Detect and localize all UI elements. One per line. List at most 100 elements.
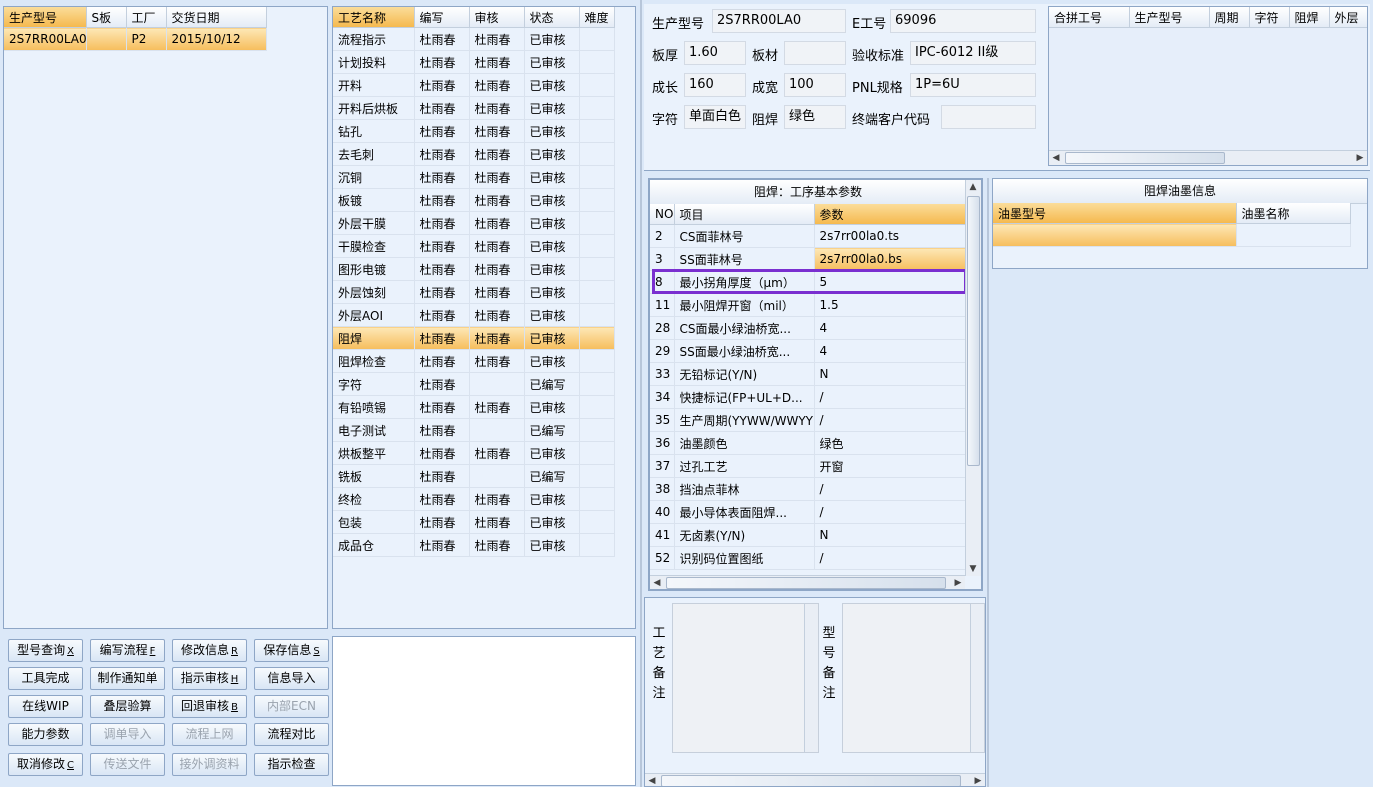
- process-table-row[interactable]: 计划投料 杜雨春 杜雨春 已审核: [333, 50, 615, 74]
- params-hscroll[interactable]: ◀ ▶: [650, 575, 965, 589]
- process-table-column-header[interactable]: 编写: [414, 7, 470, 28]
- length-value[interactable]: 160: [684, 73, 746, 97]
- button-row3-0[interactable]: 在线WIP: [8, 695, 83, 718]
- process-table-row[interactable]: 开料后烘板 杜雨春 杜雨春 已审核: [333, 96, 615, 120]
- thickness-value[interactable]: 1.60: [684, 41, 746, 65]
- standard-value[interactable]: IPC-6012 II级: [910, 41, 1036, 65]
- button-row4-0[interactable]: 能力参数: [8, 723, 83, 746]
- material-value[interactable]: [784, 41, 846, 65]
- e-number-value[interactable]: 69096: [890, 9, 1036, 33]
- scroll-down-icon[interactable]: ▼: [966, 562, 980, 576]
- params-table-row[interactable]: 29 SS面最小绿油桥宽... 4: [650, 339, 967, 363]
- combine-table-column-header[interactable]: 阻焊: [1289, 7, 1330, 28]
- process-table-row[interactable]: 钻孔 杜雨春 杜雨春 已审核: [333, 119, 615, 143]
- params-table-column-header[interactable]: 项目: [674, 204, 815, 225]
- params-table-row[interactable]: 37 过孔工艺 开窗: [650, 454, 967, 478]
- combine-table-column-header[interactable]: 生产型号: [1129, 7, 1210, 28]
- combine-table-column-header[interactable]: 周期: [1209, 7, 1250, 28]
- process-table-row[interactable]: 开料 杜雨春 杜雨春 已审核: [333, 73, 615, 97]
- button-row2-2[interactable]: 指示审核 H: [172, 667, 247, 690]
- process-note-vscroll[interactable]: [804, 604, 818, 752]
- process-table-column-header[interactable]: 审核: [469, 7, 525, 28]
- params-table-row[interactable]: 38 挡油点菲林 /: [650, 477, 967, 501]
- button-row2-0[interactable]: 工具完成: [8, 667, 83, 690]
- process-table-row[interactable]: 去毛刺 杜雨春 杜雨春 已审核: [333, 142, 615, 166]
- model-note-vscroll[interactable]: [970, 604, 984, 752]
- params-table-column-header[interactable]: 参数: [814, 204, 967, 225]
- process-table-row[interactable]: 外层干膜 杜雨春 杜雨春 已审核: [333, 211, 615, 235]
- button-row4-1[interactable]: 调单导入: [90, 723, 165, 746]
- params-table-column-header[interactable]: NO: [650, 204, 675, 225]
- params-table-row[interactable]: 33 无铅标记(Y/N) N: [650, 362, 967, 386]
- button-row1-1[interactable]: 编写流程 F: [90, 639, 165, 662]
- params-vscroll[interactable]: ▲ ▼: [965, 180, 981, 576]
- button-row3-3[interactable]: 内部ECN: [254, 695, 329, 718]
- process-table-row[interactable]: 铣板 杜雨春 已编写: [333, 464, 615, 488]
- model-table-column-header[interactable]: 工厂: [126, 7, 167, 28]
- right-splitter[interactable]: [987, 178, 989, 787]
- notes-hscroll[interactable]: ◀ ▶: [645, 773, 985, 786]
- process-table-row[interactable]: 阻焊检查 杜雨春 杜雨春 已审核: [333, 349, 615, 373]
- char-value[interactable]: 单面白色: [684, 105, 746, 129]
- process-note-field[interactable]: [672, 603, 819, 753]
- process-table-row[interactable]: 有铅喷锡 杜雨春 杜雨春 已审核: [333, 395, 615, 419]
- params-table-row[interactable]: 28 CS面最小绿油桥宽... 4: [650, 316, 967, 340]
- scroll-up-icon[interactable]: ▲: [966, 180, 980, 194]
- button-row2-1[interactable]: 制作通知单: [90, 667, 165, 690]
- button-row4-3[interactable]: 流程对比: [254, 723, 329, 746]
- process-table-column-header[interactable]: 状态: [524, 7, 580, 28]
- params-table-row[interactable]: 3 SS面菲林号 2s7rr00la0.bs: [650, 247, 967, 271]
- splitter[interactable]: [640, 0, 642, 787]
- scroll-right-icon[interactable]: ▶: [951, 576, 965, 589]
- scroll-right-icon[interactable]: ▶: [971, 774, 985, 786]
- params-table-row[interactable]: 11 最小阻焊开窗（mil） 1.5: [650, 293, 967, 317]
- button-row1-2[interactable]: 修改信息 R: [172, 639, 247, 662]
- combine-table-column-header[interactable]: 合拼工号: [1049, 7, 1130, 28]
- params-table-row[interactable]: 34 快捷标记(FP+UL+D... /: [650, 385, 967, 409]
- button-row3-1[interactable]: 叠层验算: [90, 695, 165, 718]
- button-row2-3[interactable]: 信息导入: [254, 667, 329, 690]
- ink-table-column-header[interactable]: 油墨型号: [993, 203, 1237, 224]
- combine-hscroll[interactable]: ◀ ▶: [1049, 150, 1367, 165]
- button-row1-0[interactable]: 型号查询 X: [8, 639, 83, 662]
- scroll-left-icon[interactable]: ◀: [650, 576, 664, 589]
- ink-table-column-header[interactable]: 油墨名称: [1236, 203, 1351, 224]
- notes-hscroll-thumb[interactable]: [661, 775, 961, 786]
- model-table-column-header[interactable]: 交货日期: [166, 7, 267, 28]
- params-table-row[interactable]: 36 油墨颜色 绿色: [650, 431, 967, 455]
- process-table-row[interactable]: 终检 杜雨春 杜雨春 已审核: [333, 487, 615, 511]
- customer-value[interactable]: [941, 105, 1036, 129]
- params-table-row[interactable]: 8 最小拐角厚度（μm） 5: [650, 270, 967, 294]
- model-table-row[interactable]: 2S7RR00LA0 P2 2015/10/12: [4, 27, 267, 51]
- width-value[interactable]: 100: [784, 73, 846, 97]
- button-row3-2[interactable]: 回退审核 B: [172, 695, 247, 718]
- process-table-row[interactable]: 板镀 杜雨春 杜雨春 已审核: [333, 188, 615, 212]
- combine-table-column-header[interactable]: 字符: [1249, 7, 1290, 28]
- combine-table-column-header[interactable]: 外层: [1329, 7, 1367, 28]
- process-table-row[interactable]: 烘板整平 杜雨春 杜雨春 已审核: [333, 441, 615, 465]
- process-table-row[interactable]: 阻焊 杜雨春 杜雨春 已审核: [333, 326, 615, 350]
- params-table-row[interactable]: 2 CS面菲林号 2s7rr00la0.ts: [650, 224, 967, 248]
- scroll-right-icon[interactable]: ▶: [1353, 151, 1367, 165]
- process-table-row[interactable]: 干膜检查 杜雨春 杜雨春 已审核: [333, 234, 615, 258]
- button-row5-1[interactable]: 传送文件: [90, 753, 165, 776]
- ink-table-row[interactable]: [993, 223, 1351, 247]
- button-row1-3[interactable]: 保存信息 S: [254, 639, 329, 662]
- pnl-value[interactable]: 1P=6U: [910, 73, 1036, 97]
- params-table-row[interactable]: 41 无卤素(Y/N) N: [650, 523, 967, 547]
- process-table-row[interactable]: 字符 杜雨春 已编写: [333, 372, 615, 396]
- scroll-left-icon[interactable]: ◀: [645, 774, 659, 786]
- params-hscroll-thumb[interactable]: [666, 577, 946, 589]
- mask-value[interactable]: 绿色: [784, 105, 846, 129]
- scroll-left-icon[interactable]: ◀: [1049, 151, 1063, 165]
- model-table-column-header[interactable]: S板: [86, 7, 127, 28]
- process-table-row[interactable]: 沉铜 杜雨春 杜雨春 已审核: [333, 165, 615, 189]
- button-row4-2[interactable]: 流程上网: [172, 723, 247, 746]
- process-table-row[interactable]: 外层蚀刻 杜雨春 杜雨春 已审核: [333, 280, 615, 304]
- params-table-row[interactable]: 35 生产周期(YYWW/WWYY) /: [650, 408, 967, 432]
- combine-hscroll-thumb[interactable]: [1065, 152, 1225, 164]
- process-table-column-header[interactable]: 难度: [579, 7, 615, 28]
- model-note-field[interactable]: [842, 603, 985, 753]
- process-table-column-header[interactable]: 工艺名称: [333, 7, 415, 28]
- button-row5-2[interactable]: 接外调资料: [172, 753, 247, 776]
